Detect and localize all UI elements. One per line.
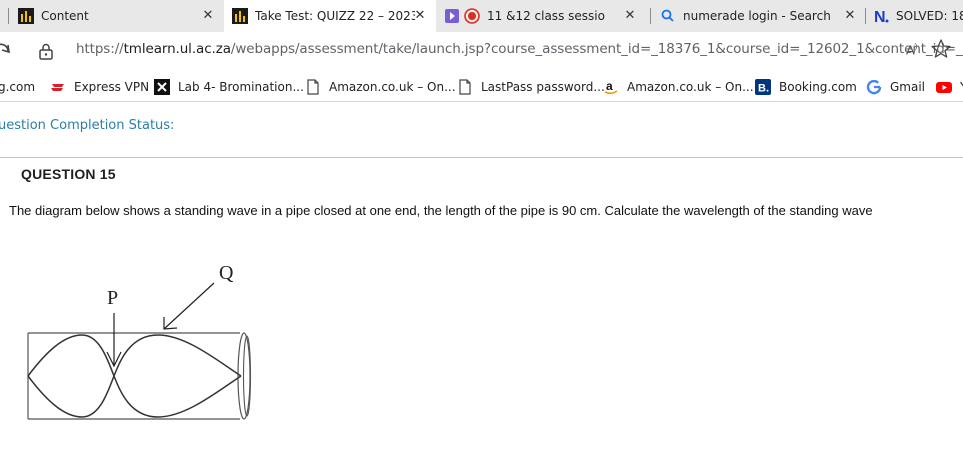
svg-text:N: N (874, 9, 886, 24)
bookmark-label: Lab 4- Bromination... (178, 80, 304, 94)
address-bar-row: https://tmlearn.ul.ac.za/webapps/assessm… (0, 32, 963, 70)
bookmark-label: Amazon.co.uk – On... (627, 80, 754, 94)
bookmark-item[interactable]: g.com (0, 78, 35, 96)
tab-take-test[interactable]: Take Test: QUIZZ 22 – 2023_ ✕ (224, 0, 436, 32)
bookmark-item-amazon-2[interactable]: a Amazon.co.uk – On... (603, 78, 754, 96)
close-icon[interactable]: ✕ (200, 8, 216, 24)
wave-envelope-upper (27, 334, 242, 418)
favorite-star-icon[interactable] (930, 38, 952, 60)
booking-icon: B. (755, 79, 771, 95)
question-completion-status-link[interactable]: uestion Completion Status: (0, 118, 174, 133)
blackboard-icon (232, 8, 248, 24)
wave-envelope-lower (27, 334, 242, 418)
read-aloud-icon[interactable]: A) (906, 42, 917, 57)
svg-text:a: a (606, 79, 613, 93)
lab-icon (154, 79, 170, 95)
tab-label: SOLVED: 18. (896, 9, 963, 23)
question-text: The diagram below shows a standing wave … (9, 203, 873, 218)
close-icon[interactable]: ✕ (622, 8, 638, 24)
blackboard-icon (18, 8, 34, 24)
expressvpn-icon (50, 79, 66, 95)
bookmark-label: Express VPN (74, 80, 150, 94)
standing-wave-diagram: P Q (27, 262, 252, 420)
bookmark-item-lab4[interactable]: Lab 4- Bromination... (154, 78, 304, 96)
question-title: QUESTION 15 (21, 166, 116, 182)
label-p: P (107, 287, 118, 309)
arrow-q-shaft (163, 282, 215, 330)
divider (0, 157, 963, 158)
amazon-icon: a (603, 79, 619, 95)
bookmark-label: Amazon.co.uk – On... (329, 80, 456, 94)
bookmark-item-booking[interactable]: B. Booking.com (755, 78, 857, 96)
recording-icon (464, 8, 480, 24)
tab-numerade-solved[interactable]: N SOLVED: 18. (873, 0, 963, 32)
url-path: /webapps/assessment/take/launch.jsp?cour… (230, 41, 963, 57)
tab-separator (8, 8, 9, 24)
tab-label: 11 &12 class session - ( (487, 9, 605, 23)
bookmark-item-gmail[interactable]: Gmail (866, 78, 925, 96)
bookmark-item-expressvpn[interactable]: Express VPN (50, 78, 149, 96)
tab-class-session[interactable]: 11 &12 class session - ( ✕ (444, 0, 650, 32)
close-icon[interactable]: ✕ (412, 8, 428, 24)
numerade-icon: N (873, 8, 889, 24)
tab-strip: Content ✕ Take Test: QUIZZ 22 – 2023_ ✕ … (0, 0, 963, 32)
youtube-icon (936, 79, 952, 95)
bookmark-label: Booking.com (779, 80, 857, 94)
url-field[interactable]: https://tmlearn.ul.ac.za/webapps/assessm… (76, 41, 963, 57)
tab-label: numerade login - Search (683, 9, 831, 23)
tab-content[interactable]: Content ✕ (18, 0, 224, 32)
read-aloud-label: A (906, 42, 915, 58)
tab-separator (650, 8, 651, 24)
label-q: Q (219, 262, 234, 284)
svg-text:B.: B. (758, 83, 769, 95)
bookmark-item-youtube[interactable]: Y (936, 78, 963, 96)
tab-label: Content (41, 9, 89, 23)
close-icon[interactable]: ✕ (842, 8, 858, 24)
page-icon (305, 79, 321, 95)
search-icon (660, 8, 676, 24)
reload-icon[interactable] (0, 41, 14, 61)
bookmark-label: Gmail (890, 80, 926, 94)
tab-label: Take Test: QUIZZ 22 – 2023_ (255, 9, 415, 23)
bookmark-label: g.com (0, 80, 36, 94)
bookmark-item-amazon-1[interactable]: Amazon.co.uk – On... (305, 78, 456, 96)
stream-icon (444, 8, 460, 24)
bookmark-label: LastPass password... (481, 80, 605, 94)
bookmark-item-lastpass[interactable]: LastPass password... (457, 78, 605, 96)
tab-numerade-search[interactable]: numerade login - Search ✕ (660, 0, 866, 32)
url-prefix: https:// (76, 41, 124, 57)
google-icon (866, 79, 882, 95)
page-icon (457, 79, 473, 95)
lock-icon[interactable] (38, 42, 54, 60)
bookmarks-bar: g.com Express VPN Lab 4- Bromination... … (0, 70, 963, 102)
url-host: tmlearn.ul.ac.za (123, 41, 231, 57)
tab-separator (865, 8, 866, 24)
